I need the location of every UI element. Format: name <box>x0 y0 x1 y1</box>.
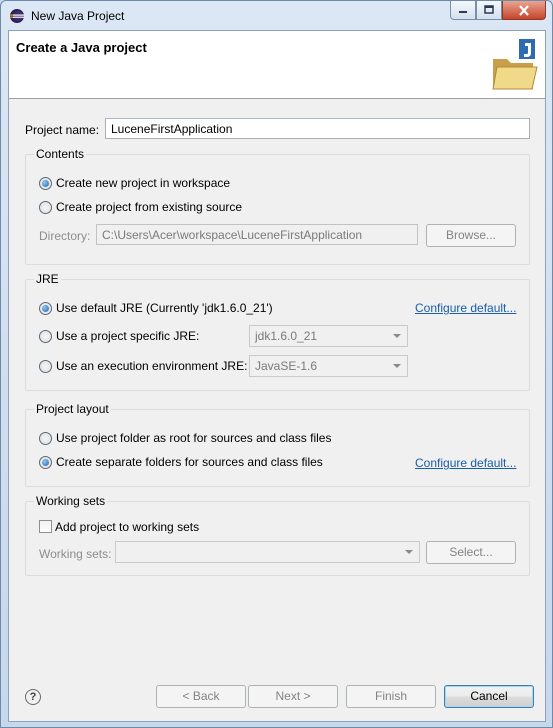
project-layout-group: Project layout Use project folder as roo… <box>25 402 530 487</box>
help-icon[interactable]: ? <box>25 689 41 705</box>
specific-jre-label: Use a project specific JRE: <box>56 329 200 343</box>
specific-jre-radio[interactable] <box>39 330 52 343</box>
execution-env-label: Use an execution environment JRE: <box>56 359 248 373</box>
close-icon <box>519 4 529 16</box>
finish-button[interactable]: Finish <box>346 685 436 708</box>
add-to-working-sets-checkbox[interactable] <box>39 520 52 533</box>
java-project-folder-icon <box>492 39 538 90</box>
project-name-input[interactable] <box>105 118 530 139</box>
close-button[interactable] <box>502 1 546 20</box>
create-new-radio[interactable] <box>39 177 52 190</box>
add-to-working-sets-label: Add project to working sets <box>55 520 200 534</box>
chevron-down-icon <box>393 334 401 338</box>
back-button[interactable]: < Back <box>156 685 246 708</box>
contents-group-title: Contents <box>34 147 87 161</box>
default-jre-label: Use default JRE (Currently 'jdk1.6.0_21'… <box>56 301 273 315</box>
page-title: Create a Java project <box>16 40 147 55</box>
working-sets-label: Working sets: <box>39 547 112 561</box>
execution-env-select[interactable]: JavaSE-1.6 <box>249 355 408 377</box>
from-existing-radio[interactable] <box>39 201 52 214</box>
dialog-window: New Java Project Create a Java project P… <box>0 0 553 728</box>
cancel-button[interactable]: Cancel <box>444 685 534 708</box>
chevron-down-icon <box>405 550 413 554</box>
from-existing-label: Create project from existing source <box>56 200 243 214</box>
execution-env-radio[interactable] <box>39 360 52 373</box>
dialog-body: Create a Java project Project name: Cont… <box>8 30 546 722</box>
maximize-icon <box>484 5 494 14</box>
separate-folders-radio[interactable] <box>39 456 52 469</box>
select-working-sets-button[interactable]: Select... <box>426 541 516 564</box>
wizard-banner: Create a Java project <box>9 31 545 99</box>
create-new-label: Create new project in workspace <box>56 176 231 190</box>
project-root-label: Use project folder as root for sources a… <box>56 431 332 445</box>
layout-configure-default-link[interactable]: Configure default... <box>415 456 516 470</box>
working-sets-select[interactable] <box>115 541 420 563</box>
eclipse-icon <box>10 9 24 23</box>
project-layout-group-title: Project layout <box>34 402 111 416</box>
contents-group: Contents Create new project in workspace… <box>25 147 530 265</box>
jre-group: JRE Use default JRE (Currently 'jdk1.6.0… <box>25 272 530 391</box>
separate-folders-label: Create separate folders for sources and … <box>56 455 323 469</box>
project-root-radio[interactable] <box>39 432 52 445</box>
working-sets-group: Working sets Add project to working sets… <box>25 494 530 576</box>
default-jre-radio[interactable] <box>39 302 52 315</box>
minimize-button[interactable] <box>450 1 476 20</box>
directory-label: Directory: <box>39 229 91 243</box>
execution-env-value: JavaSE-1.6 <box>255 359 318 373</box>
jre-group-title: JRE <box>34 272 61 286</box>
browse-button[interactable]: Browse... <box>426 224 516 247</box>
project-name-label: Project name: <box>25 123 100 137</box>
minimize-icon <box>459 11 467 13</box>
next-button[interactable]: Next > <box>248 685 338 708</box>
title-bar[interactable]: New Java Project <box>1 1 552 29</box>
working-sets-group-title: Working sets <box>34 494 108 508</box>
specific-jre-select[interactable]: jdk1.6.0_21 <box>249 325 408 347</box>
chevron-down-icon <box>393 364 401 368</box>
window-title: New Java Project <box>31 9 125 23</box>
specific-jre-value: jdk1.6.0_21 <box>255 329 318 343</box>
jre-configure-default-link[interactable]: Configure default... <box>415 301 516 315</box>
maximize-button[interactable] <box>476 1 502 20</box>
directory-input[interactable] <box>96 224 418 245</box>
